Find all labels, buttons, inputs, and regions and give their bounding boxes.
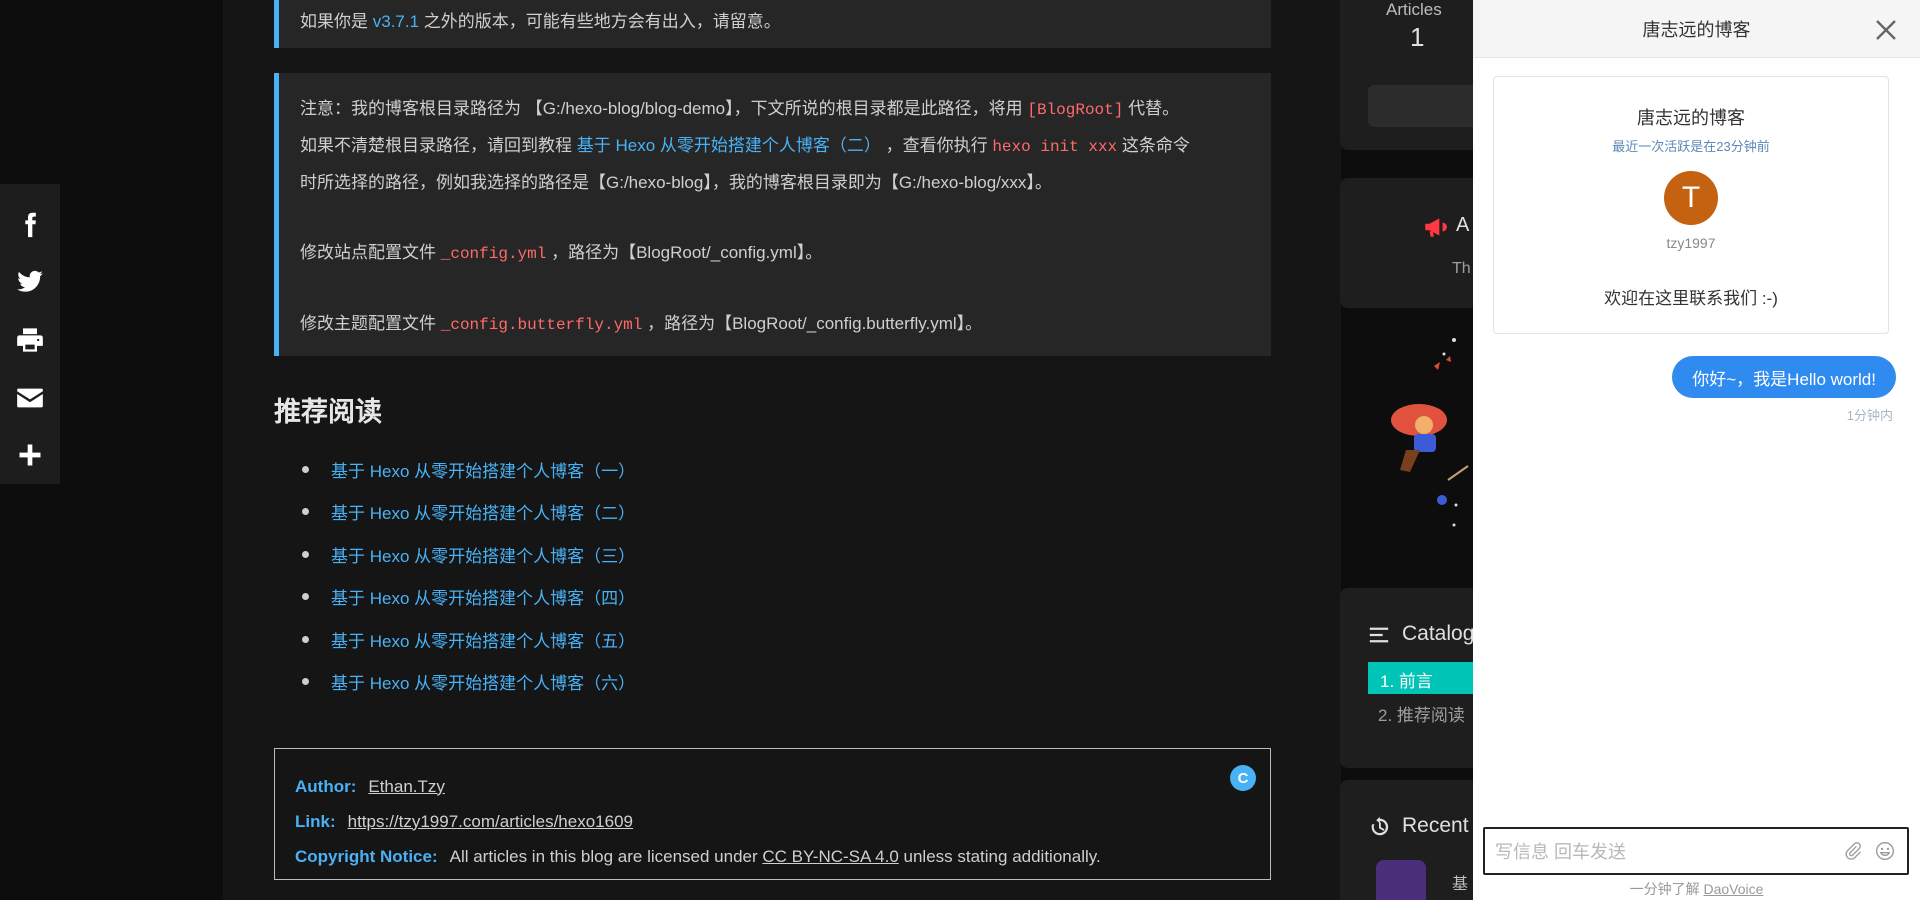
chat-footer: 一分钟了解 DaoVoice xyxy=(1473,879,1920,899)
chat-message-input[interactable]: 写信息 回车发送 xyxy=(1483,827,1909,875)
note-text: ，路径为【BlogRoot/_config.butterfly.yml】。 xyxy=(642,314,983,333)
facebook-icon xyxy=(25,212,36,237)
welcome-message: 欢迎在这里联系我们 :-) xyxy=(1604,289,1778,308)
version-link[interactable]: v3.7.1 xyxy=(373,12,419,31)
version-note-suffix: 之外的版本，可能有些地方会有出入，请留意。 xyxy=(419,12,781,31)
email-icon xyxy=(17,388,43,407)
chat-input-placeholder: 写信息 回车发送 xyxy=(1495,842,1627,862)
copyright-notice-row: Copyright Notice: All articles in this b… xyxy=(295,839,1250,874)
chat-footer-text: 一分钟了解 xyxy=(1629,881,1704,897)
toc-item[interactable]: 2. 推荐阅读 xyxy=(1368,696,1465,726)
notice-label: Copyright Notice: xyxy=(295,846,438,866)
share-rail xyxy=(0,184,60,484)
note-text: 修改主题配置文件 xyxy=(300,314,441,333)
note-line: 时所选择的路径，例如我选择的路径是【G:/hexo-blog】，我的博客根目录即… xyxy=(300,173,1052,192)
recommended-link[interactable]: 基于 Hexo 从零开始搭建个人博客（五） xyxy=(331,627,635,652)
notice-text: All articles in this blog are licensed u… xyxy=(449,846,758,866)
chat-agent-card: 唐志远的博客 最近一次活跃是在23分钟前 T tzy1997 欢迎在这里联系我们… xyxy=(1493,76,1889,334)
recent-post-thumbnail[interactable] xyxy=(1376,860,1426,900)
list-item: 基于 Hexo 从零开始搭建个人博客（五） xyxy=(274,618,635,661)
list-item: 基于 Hexo 从零开始搭建个人博客（一） xyxy=(274,448,635,491)
daovoice-link[interactable]: DaoVoice xyxy=(1703,881,1763,897)
articles-count: 1 xyxy=(1410,22,1425,52)
note-text: ，路径为【BlogRoot/_config.yml】。 xyxy=(546,243,823,262)
share-email-button[interactable] xyxy=(0,369,60,427)
share-twitter-button[interactable] xyxy=(0,254,60,312)
chat-title: 唐志远的博客 xyxy=(1642,19,1751,40)
chat-message-bubble: 你好~，我是Hello world! xyxy=(1672,356,1896,398)
illustration-image xyxy=(1391,338,1469,527)
note-line: 注意：我的博客根目录路径为 【G:/hexo-blog/blog-demo】，下… xyxy=(300,91,1251,128)
post-permalink[interactable]: https://tzy1997.com/articles/hexo1609 xyxy=(348,812,633,832)
author-link[interactable]: Ethan.Tzy xyxy=(368,777,445,797)
emoji-icon[interactable] xyxy=(1875,841,1895,861)
version-note-prefix: 如果你是 xyxy=(300,12,373,31)
tutorial-link[interactable]: 基于 Hexo 从零开始搭建个人博客（二） xyxy=(577,136,881,155)
announcement-title: A xyxy=(1456,214,1470,236)
history-icon xyxy=(1371,816,1389,836)
recommended-list: 基于 Hexo 从零开始搭建个人博客（一） 基于 Hexo 从零开始搭建个人博客… xyxy=(274,448,635,703)
avatar: T xyxy=(1664,171,1718,225)
share-facebook-button[interactable] xyxy=(0,196,60,254)
list-item: 基于 Hexo 从零开始搭建个人博客（二） xyxy=(274,491,635,534)
note-text: 代替。 xyxy=(1123,99,1180,118)
article-content: 如果你是 v3.7.1 之外的版本，可能有些地方会有出入，请留意。 注意：我的博… xyxy=(223,0,1341,900)
inline-code: [BlogRoot] xyxy=(1027,101,1124,119)
note-text: ，查看你执行 xyxy=(880,136,993,155)
chat-header: 唐志远的博客 xyxy=(1473,0,1920,58)
twitter-icon xyxy=(17,271,43,293)
list-item: 基于 Hexo 从零开始搭建个人博客（三） xyxy=(274,533,635,576)
author-label: Author: xyxy=(295,776,357,796)
list-item: 基于 Hexo 从零开始搭建个人博客（六） xyxy=(274,661,635,704)
recommended-link[interactable]: 基于 Hexo 从零开始搭建个人博客（三） xyxy=(331,542,635,567)
recent-post-title[interactable]: 基 xyxy=(1452,870,1468,894)
notice-text: unless stating additionally. xyxy=(903,846,1101,866)
recommended-link[interactable]: 基于 Hexo 从零开始搭建个人博客（二） xyxy=(331,499,635,524)
copyright-link-row: Link: https://tzy1997.com/articles/hexo1… xyxy=(295,804,1250,839)
share-print-button[interactable] xyxy=(0,311,60,369)
share-more-button[interactable] xyxy=(0,426,60,484)
note-text: 修改站点配置文件 xyxy=(300,243,441,262)
plus-icon xyxy=(19,444,41,466)
announcement-text: Th xyxy=(1452,260,1471,277)
note-line: 如果不清楚根目录路径，请回到教程 基于 Hexo 从零开始搭建个人博客（二） ，… xyxy=(300,128,1251,165)
post-copyright: Author: Ethan.Tzy Link: https://tzy1997.… xyxy=(274,748,1271,880)
chat-close-button[interactable] xyxy=(1874,18,1898,42)
note-text: 注意：我的博客根目录路径为 【G:/hexo-blog/blog-demo】，下… xyxy=(300,99,1028,118)
copyright-icon: C xyxy=(1230,765,1256,791)
list-item: 基于 Hexo 从零开始搭建个人博客（四） xyxy=(274,576,635,619)
chat-panel: 唐志远的博客 唐志远的博客 最近一次活跃是在23分钟前 T tzy1997 欢迎… xyxy=(1473,0,1920,900)
agent-last-active: 最近一次活跃是在23分钟前 xyxy=(1612,139,1770,154)
note-line: 修改站点配置文件 _config.yml ，路径为【BlogRoot/_conf… xyxy=(300,235,1251,272)
note-text: 如果不清楚根目录路径，请回到教程 xyxy=(300,136,577,155)
close-icon xyxy=(1876,20,1896,40)
list-icon xyxy=(1369,627,1389,643)
recommended-link[interactable]: 基于 Hexo 从零开始搭建个人博客（四） xyxy=(331,584,635,609)
root-path-note-quote: 注意：我的博客根目录路径为 【G:/hexo-blog/blog-demo】，下… xyxy=(274,73,1271,356)
inline-code: _config.butterfly.yml xyxy=(440,316,643,334)
bullhorn-icon xyxy=(1425,218,1447,237)
toc-title: Catalog xyxy=(1402,622,1475,645)
version-note-quote: 如果你是 v3.7.1 之外的版本，可能有些地方会有出入，请留意。 xyxy=(274,0,1271,48)
print-icon xyxy=(17,328,43,352)
note-text: 这条命令 xyxy=(1117,136,1190,155)
link-label: Link: xyxy=(295,811,336,831)
agent-username: tzy1997 xyxy=(1666,235,1716,251)
recommended-heading: 推荐阅读 xyxy=(274,397,382,427)
articles-label: Articles xyxy=(1386,0,1442,19)
chat-message-time: 1分钟内 xyxy=(1846,408,1893,423)
paperclip-icon[interactable] xyxy=(1843,841,1863,861)
copyright-author-row: Author: Ethan.Tzy xyxy=(295,769,1250,804)
license-link[interactable]: CC BY-NC-SA 4.0 xyxy=(762,847,898,867)
note-line: 修改主题配置文件 _config.butterfly.yml ，路径为【Blog… xyxy=(300,306,1251,343)
agent-site-name: 唐志远的博客 xyxy=(1637,108,1745,128)
recommended-link[interactable]: 基于 Hexo 从零开始搭建个人博客（六） xyxy=(331,669,635,694)
recent-title: Recent xyxy=(1402,814,1469,837)
recommended-link[interactable]: 基于 Hexo 从零开始搭建个人博客（一） xyxy=(331,457,635,482)
inline-code: hexo init xxx xyxy=(992,138,1118,156)
inline-code: _config.yml xyxy=(440,245,547,263)
